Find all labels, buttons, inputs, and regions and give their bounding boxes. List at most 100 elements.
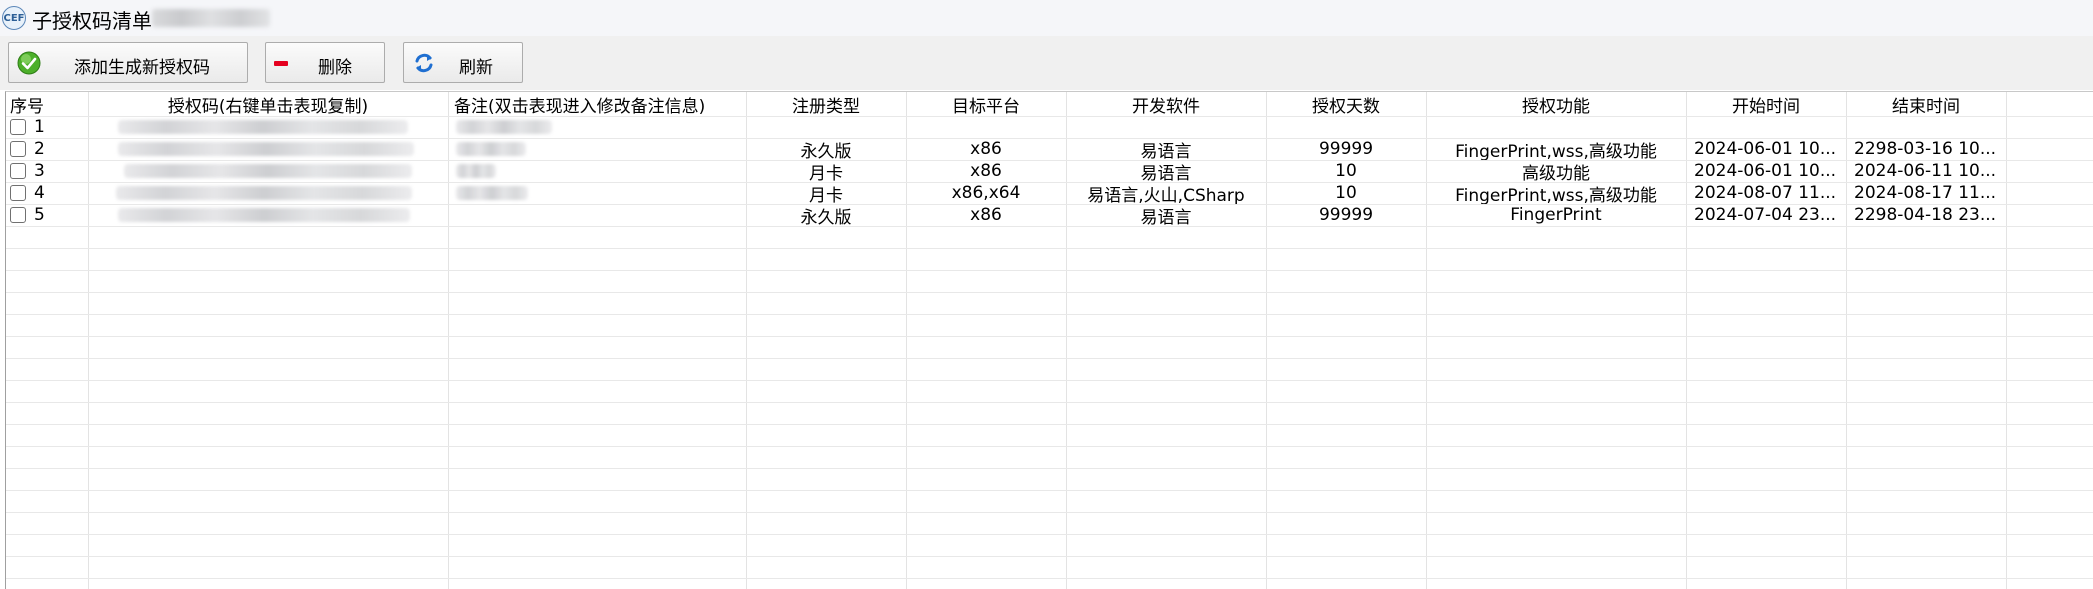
delete-label: 删除 <box>318 58 352 78</box>
redacted-remark[interactable] <box>456 186 528 200</box>
table-row[interactable]: 3 月卡 x86 易语言 10 高级功能 2024-06-01 10... 2024-06-1… <box>6 160 2006 182</box>
cell-end-time: 2298-04-18 23... <box>1854 205 1997 225</box>
column-header-reg-type[interactable]: 注册类型 <box>746 92 906 117</box>
add-license-label: 添加生成新授权码 <box>74 58 210 78</box>
redacted-remark[interactable] <box>456 120 552 134</box>
row-divider <box>6 358 2093 359</box>
cell-end-time <box>1846 116 2006 138</box>
row-divider <box>6 578 2093 579</box>
minus-icon <box>274 61 288 66</box>
row-divider <box>6 424 2093 425</box>
cell-platform: x86 <box>970 205 1002 225</box>
row-divider <box>6 490 2093 491</box>
cell-days: 99999 <box>1318 139 1374 159</box>
cell-end-time: 2024-06-11 10... <box>1854 161 1997 181</box>
cell-days: 99999 <box>1318 205 1374 225</box>
redacted-license-code[interactable] <box>116 186 412 200</box>
row-seq: 2 <box>34 139 45 159</box>
column-header-seq[interactable]: 序号 <box>6 92 88 117</box>
redacted-title-suffix <box>152 9 270 27</box>
cell-dev-software: 易语言 <box>1140 207 1192 227</box>
cell-reg-type: 月卡 <box>809 185 843 205</box>
row-divider <box>6 248 2093 249</box>
row-divider <box>6 446 2093 447</box>
cell-reg-type: 永久版 <box>800 207 852 227</box>
column-header-platform[interactable]: 目标平台 <box>906 92 1066 117</box>
toolbar: 添加生成新授权码 删除 刷新 <box>0 36 2093 90</box>
column-divider[interactable] <box>2006 92 2007 589</box>
column-header-license-code[interactable]: 授权码(右键单击表现复制) <box>88 92 448 117</box>
row-divider <box>6 556 2093 557</box>
row-seq: 3 <box>34 161 45 181</box>
table-row[interactable]: 5 永久版 x86 易语言 99999 FingerPrint 2024-07-04 23.… <box>6 204 2006 226</box>
row-divider <box>6 292 2093 293</box>
cell-platform <box>906 116 1066 138</box>
row-divider <box>6 226 2093 227</box>
window-title: 子授权码清单 <box>32 9 152 33</box>
cell-reg-type: 永久版 <box>800 141 852 161</box>
cell-features <box>1426 116 1686 138</box>
table-row[interactable]: 4 月卡 x86,x64 易语言,火山,CSharp 10 FingerPrint,wss… <box>6 182 2006 204</box>
column-header-remark[interactable]: 备注(双击表现进入修改备注信息) <box>448 92 746 117</box>
delete-button[interactable]: 删除 <box>265 42 385 83</box>
column-header-days[interactable]: 授权天数 <box>1266 92 1426 117</box>
column-header-dev-software[interactable]: 开发软件 <box>1066 92 1266 117</box>
row-checkbox[interactable] <box>10 141 26 157</box>
cell-start-time: 2024-06-01 10... <box>1694 139 1837 159</box>
cell-dev-software: 易语言 <box>1140 141 1192 161</box>
redacted-license-code[interactable] <box>124 164 412 178</box>
cell-platform: x86 <box>970 139 1002 159</box>
table-row[interactable]: 2 永久版 x86 易语言 99999 FingerPrint,wss,高级功能 2024-… <box>6 138 2006 160</box>
cell-start-time: 2024-08-07 11... <box>1694 183 1837 203</box>
license-table[interactable]: 序号 授权码(右键单击表现复制) 备注(双击表现进入修改备注信息) 注册类型 目标平台开… <box>5 91 2093 589</box>
green-check-icon <box>17 51 41 75</box>
cell-dev-software: 易语言,火山,CSharp <box>1087 185 1245 205</box>
cell-start-time <box>1686 116 1846 138</box>
row-seq: 4 <box>34 183 45 203</box>
cell-reg-type: 月卡 <box>809 163 843 183</box>
row-divider <box>6 380 2093 381</box>
row-checkbox[interactable] <box>10 163 26 179</box>
cell-platform: x86,x64 <box>951 183 1021 203</box>
row-divider <box>6 512 2093 513</box>
cell-end-time: 2024-08-17 11... <box>1854 183 1997 203</box>
column-header-end-time[interactable]: 结束时间 <box>1846 92 2006 117</box>
row-checkbox[interactable] <box>10 119 26 135</box>
cell-platform: x86 <box>970 161 1002 181</box>
row-divider <box>6 270 2093 271</box>
cell-dev-software <box>1066 116 1266 138</box>
cell-features: 高级功能 <box>1522 163 1590 183</box>
add-license-button[interactable]: 添加生成新授权码 <box>8 42 248 83</box>
title-bar: CEF 子授权码清单 <box>0 0 2093 37</box>
refresh-label: 刷新 <box>459 58 493 78</box>
redacted-license-code[interactable] <box>118 120 408 134</box>
column-header-start-time[interactable]: 开始时间 <box>1686 92 1846 117</box>
row-divider <box>6 468 2093 469</box>
row-divider <box>6 336 2093 337</box>
cell-end-time: 2298-03-16 10... <box>1854 139 1997 159</box>
redacted-remark[interactable] <box>456 164 496 178</box>
row-divider <box>6 534 2093 535</box>
row-checkbox[interactable] <box>10 207 26 223</box>
cell-days: 10 <box>1335 183 1357 203</box>
redacted-license-code[interactable] <box>118 208 410 222</box>
cell-days <box>1266 116 1426 138</box>
redacted-remark[interactable] <box>456 142 526 156</box>
row-checkbox[interactable] <box>10 185 26 201</box>
row-seq: 1 <box>34 117 45 137</box>
row-seq: 5 <box>34 205 45 225</box>
cell-features: FingerPrint,wss,高级功能 <box>1455 185 1657 205</box>
cell-dev-software: 易语言 <box>1140 163 1192 183</box>
table-row[interactable]: 1 <box>6 116 2006 138</box>
cell-days: 10 <box>1335 161 1357 181</box>
cell-features: FingerPrint <box>1510 205 1602 225</box>
refresh-icon <box>415 53 433 73</box>
cell-features: FingerPrint,wss,高级功能 <box>1455 141 1657 161</box>
row-divider <box>6 314 2093 315</box>
cell-reg-type <box>746 116 906 138</box>
cell-start-time: 2024-06-01 10... <box>1694 161 1837 181</box>
cef-app-icon: CEF <box>2 6 26 30</box>
column-header-features[interactable]: 授权功能 <box>1426 92 1686 117</box>
redacted-license-code[interactable] <box>118 142 414 156</box>
refresh-button[interactable]: 刷新 <box>403 42 523 83</box>
